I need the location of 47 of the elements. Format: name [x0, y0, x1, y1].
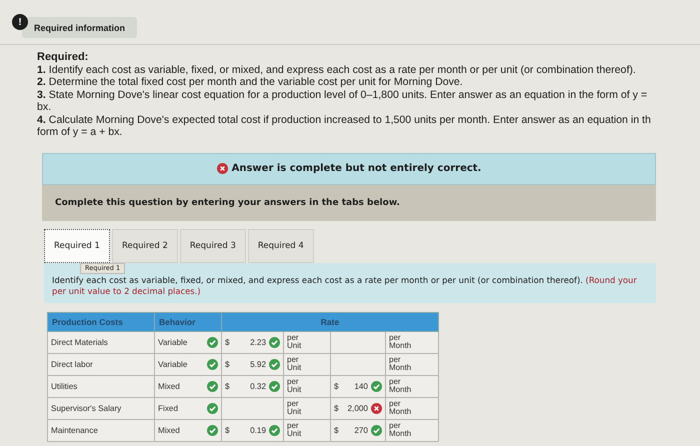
- unit-rate-field[interactable]: $ 2.23: [222, 331, 284, 353]
- tab[interactable]: Required 3: [180, 228, 246, 262]
- requirement-text: 4. Calculate Morning Dove's expected total cost if production increased to 1,500 units per month. Enter answer as an equation in th form of y = a + bx.: [37, 114, 652, 138]
- table-cell: per Month: [386, 353, 438, 375]
- tab[interactable]: Required 1: [44, 228, 110, 262]
- table-cell: per Month: [386, 331, 438, 353]
- month-rate-field[interactable]: $ 2,000: [330, 397, 386, 419]
- month-rate-field[interactable]: $ 270: [330, 419, 386, 441]
- table-cell: Supervisor's Salary: [48, 397, 154, 419]
- behavior-field[interactable]: Fixed: [154, 397, 222, 419]
- column-header: Behavior: [154, 312, 222, 331]
- table-cell: per Unit: [284, 331, 330, 353]
- behavior-field[interactable]: Variable: [154, 331, 222, 353]
- behavior-field[interactable]: Mixed: [154, 375, 222, 397]
- unit-rate-field[interactable]: $ 0.32: [222, 375, 284, 397]
- month-rate-field[interactable]: [330, 353, 386, 375]
- table-cell: Utilities: [48, 375, 154, 397]
- table-cell: per Month: [386, 419, 438, 441]
- requirement-text: 3. State Morning Dove's linear cost equation for a production level of 0–1,800 units. Enter answer as an equation in the form of y = bx.: [37, 88, 648, 114]
- table-cell: per Unit: [284, 375, 330, 397]
- month-rate-field[interactable]: $ 140: [330, 375, 386, 397]
- table-cell: per Unit: [284, 419, 330, 441]
- behavior-field[interactable]: Variable: [154, 353, 222, 375]
- table-cell: per Month: [386, 375, 438, 397]
- alert-badge: !: [12, 14, 28, 30]
- tab[interactable]: Required 2: [112, 228, 178, 262]
- required-heading: Required:: [37, 51, 90, 64]
- result-message: Answer is complete but not entirely correct.: [232, 163, 482, 174]
- section-tab[interactable]: Required information: [22, 17, 138, 38]
- unit-rate-field[interactable]: $ 5.92: [222, 353, 284, 375]
- behavior-field[interactable]: Mixed: [154, 419, 222, 441]
- table-cell: per Unit: [284, 397, 330, 419]
- table-cell: Direct Materials: [48, 331, 154, 353]
- requirement-text: 2. Determine the total fixed cost per month and the variable cost per unit for Morning Dove.: [37, 76, 464, 88]
- table-cell: Direct labor: [48, 353, 154, 375]
- unit-rate-field[interactable]: [222, 397, 284, 419]
- requirement-text: 1. Identify each cost as variable, fixed, or mixed, and express each cost as a rate per month or per unit (or combination thereof).: [37, 64, 637, 76]
- column-header: Production Costs: [48, 312, 154, 331]
- tab[interactable]: Required 4: [248, 228, 314, 262]
- task-text: Identify each cost as variable, fixed, or mixed, and express each cost as a rate per month or per unit (or combination thereof). (Round your per unit value to 2 decimal places.): [52, 274, 638, 296]
- instruction-band: Complete this question by entering your answers in the tabs below.: [42, 184, 656, 220]
- column-header: Rate: [222, 312, 438, 331]
- month-rate-field[interactable]: [330, 331, 386, 353]
- unit-rate-field[interactable]: $ 0.19: [222, 419, 284, 441]
- table-cell: per Unit: [284, 353, 330, 375]
- table-cell: per Month: [386, 397, 438, 419]
- table-cell: Maintenance: [48, 419, 154, 441]
